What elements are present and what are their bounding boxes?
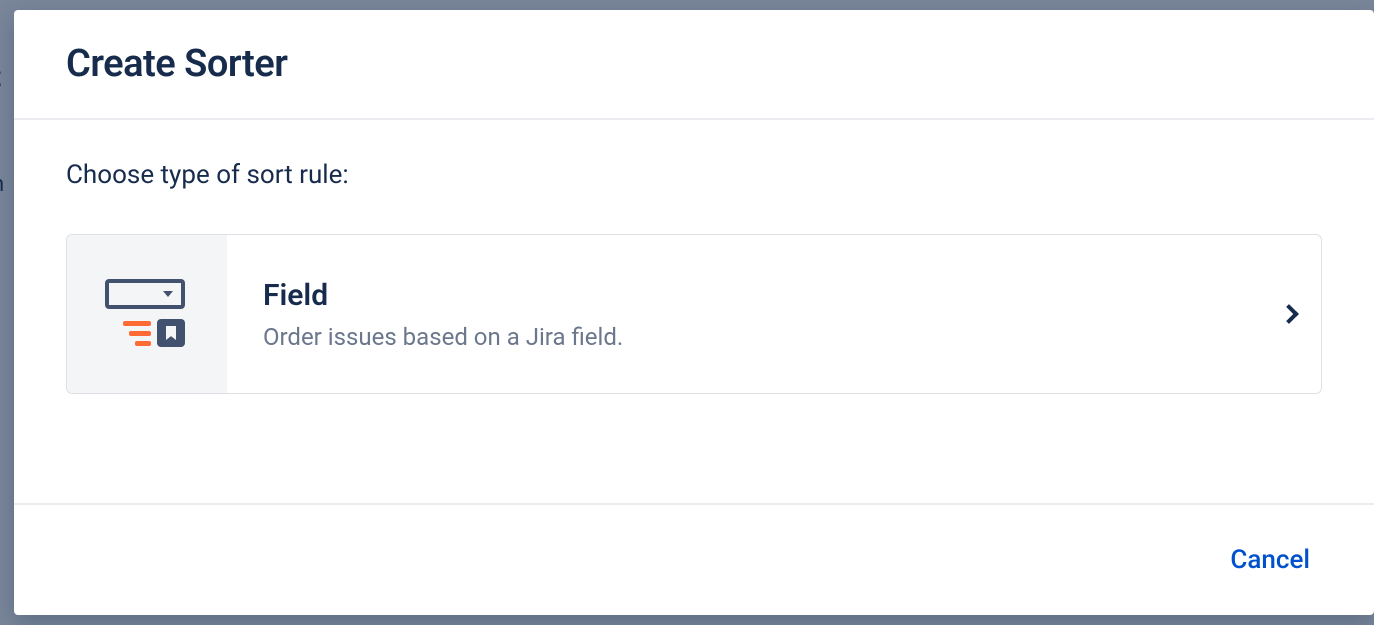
background-text: n <box>0 172 4 197</box>
field-option-icon-box <box>67 235 227 393</box>
cancel-button[interactable]: Cancel <box>1218 537 1322 583</box>
background-text: t <box>0 60 1 93</box>
sort-rule-prompt: Choose type of sort rule: <box>66 160 1322 190</box>
field-option-description: Order issues based on a Jira field. <box>263 323 1221 351</box>
modal-header: Create Sorter <box>14 10 1374 120</box>
create-sorter-modal: Create Sorter Choose type of sort rule: <box>14 10 1374 615</box>
field-sort-icon <box>105 279 189 349</box>
modal-title: Create Sorter <box>66 42 1322 86</box>
field-option-text: Field Order issues based on a Jira field… <box>227 235 1257 393</box>
modal-footer: Cancel <box>14 503 1374 615</box>
sort-option-field[interactable]: Field Order issues based on a Jira field… <box>66 234 1322 394</box>
field-option-title: Field <box>263 278 1221 313</box>
chevron-right-icon <box>1257 235 1321 393</box>
modal-body: Choose type of sort rule: Field Orde <box>14 120 1374 503</box>
